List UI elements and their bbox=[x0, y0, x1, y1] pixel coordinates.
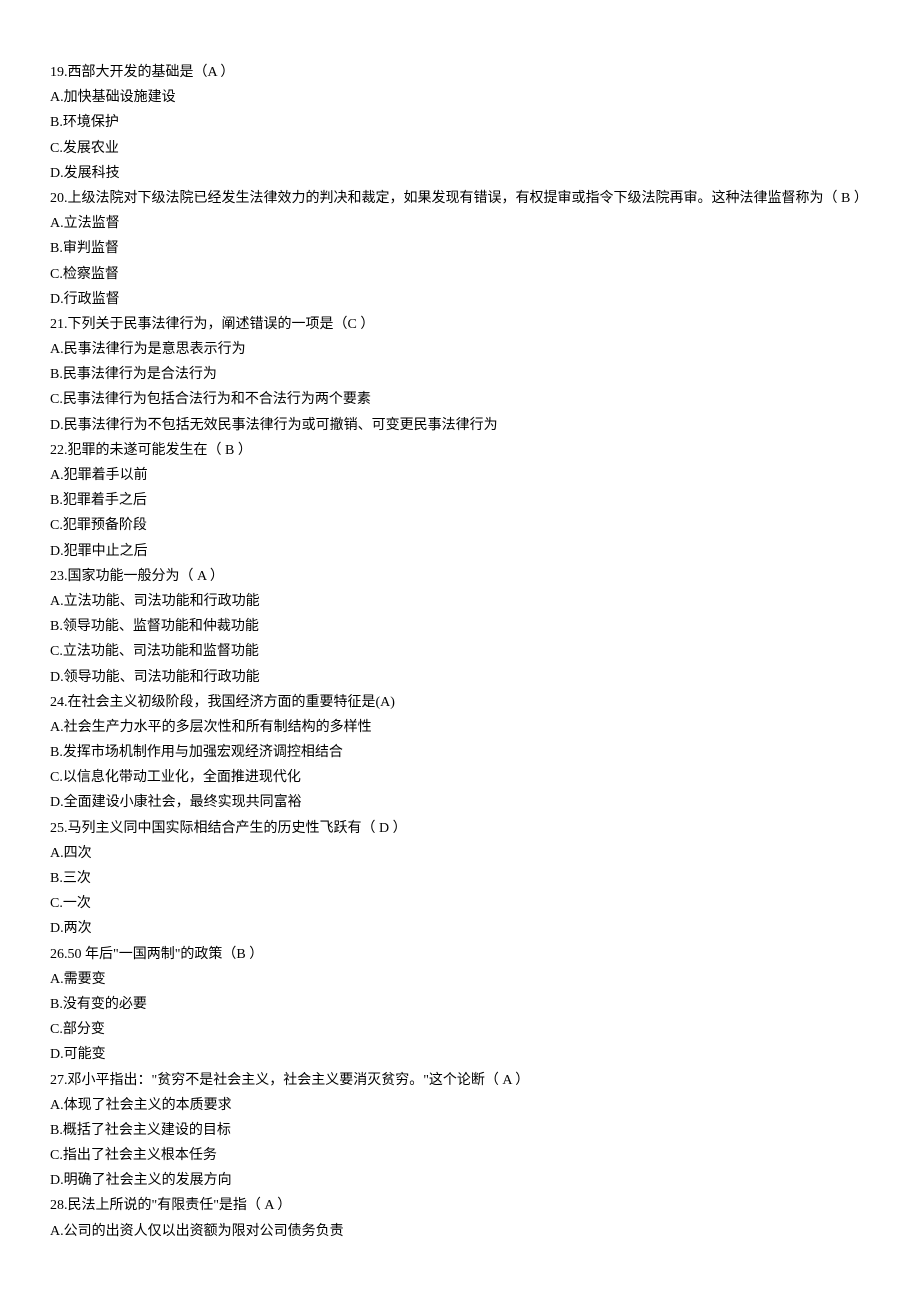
text-line: D.可能变 bbox=[50, 1042, 870, 1067]
text-line: C.指出了社会主义根本任务 bbox=[50, 1143, 870, 1168]
text-line: B.概括了社会主义建设的目标 bbox=[50, 1118, 870, 1143]
text-line: C.犯罪预备阶段 bbox=[50, 513, 870, 538]
text-line: B.犯罪着手之后 bbox=[50, 488, 870, 513]
text-line: 23.国家功能一般分为（ A ） bbox=[50, 564, 870, 589]
text-line: B.发挥市场机制作用与加强宏观经济调控相结合 bbox=[50, 740, 870, 765]
text-line: C.以信息化带动工业化，全面推进现代化 bbox=[50, 765, 870, 790]
text-line: D.明确了社会主义的发展方向 bbox=[50, 1168, 870, 1193]
text-line: D.发展科技 bbox=[50, 161, 870, 186]
text-line: 19.西部大开发的基础是（A ） bbox=[50, 60, 870, 85]
text-line: A.四次 bbox=[50, 841, 870, 866]
text-line: C.检察监督 bbox=[50, 262, 870, 287]
text-line: 24.在社会主义初级阶段，我国经济方面的重要特征是(A) bbox=[50, 690, 870, 715]
text-line: C.一次 bbox=[50, 891, 870, 916]
text-line: B.民事法律行为是合法行为 bbox=[50, 362, 870, 387]
text-line: A.犯罪着手以前 bbox=[50, 463, 870, 488]
text-line: C.部分变 bbox=[50, 1017, 870, 1042]
text-line: A.体现了社会主义的本质要求 bbox=[50, 1093, 870, 1118]
text-line: B.领导功能、监督功能和仲裁功能 bbox=[50, 614, 870, 639]
text-line: 26.50 年后"一国两制"的政策（B ） bbox=[50, 942, 870, 967]
text-line: D.民事法律行为不包括无效民事法律行为或可撤销、可变更民事法律行为 bbox=[50, 413, 870, 438]
text-line: B.没有变的必要 bbox=[50, 992, 870, 1017]
text-line: C.发展农业 bbox=[50, 136, 870, 161]
text-line: D.领导功能、司法功能和行政功能 bbox=[50, 665, 870, 690]
text-line: A.社会生产力水平的多层次性和所有制结构的多样性 bbox=[50, 715, 870, 740]
text-line: 20.上级法院对下级法院已经发生法律效力的判决和裁定，如果发现有错误，有权提审或… bbox=[50, 186, 870, 211]
text-line: A.立法监督 bbox=[50, 211, 870, 236]
text-line: C.民事法律行为包括合法行为和不合法行为两个要素 bbox=[50, 387, 870, 412]
text-line: D.全面建设小康社会，最终实现共同富裕 bbox=[50, 790, 870, 815]
text-line: 21.下列关于民事法律行为，阐述错误的一项是（C ） bbox=[50, 312, 870, 337]
text-line: B.环境保护 bbox=[50, 110, 870, 135]
text-line: B.三次 bbox=[50, 866, 870, 891]
text-line: 25.马列主义同中国实际相结合产生的历史性飞跃有（ D ） bbox=[50, 816, 870, 841]
text-line: A.需要变 bbox=[50, 967, 870, 992]
text-line: 22.犯罪的未遂可能发生在（ B ） bbox=[50, 438, 870, 463]
text-line: D.行政监督 bbox=[50, 287, 870, 312]
text-line: A.公司的出资人仅以出资额为限对公司债务负责 bbox=[50, 1219, 870, 1244]
text-line: A.民事法律行为是意思表示行为 bbox=[50, 337, 870, 362]
text-line: 28.民法上所说的"有限责任"是指（ A ） bbox=[50, 1193, 870, 1218]
document-content: 19.西部大开发的基础是（A ）A.加快基础设施建设B.环境保护C.发展农业D.… bbox=[50, 60, 870, 1244]
text-line: C.立法功能、司法功能和监督功能 bbox=[50, 639, 870, 664]
text-line: A.立法功能、司法功能和行政功能 bbox=[50, 589, 870, 614]
text-line: B.审判监督 bbox=[50, 236, 870, 261]
text-line: A.加快基础设施建设 bbox=[50, 85, 870, 110]
text-line: D.犯罪中止之后 bbox=[50, 539, 870, 564]
text-line: D.两次 bbox=[50, 916, 870, 941]
text-line: 27.邓小平指出："贫穷不是社会主义，社会主义要消灭贫穷。"这个论断（ A ） bbox=[50, 1068, 870, 1093]
